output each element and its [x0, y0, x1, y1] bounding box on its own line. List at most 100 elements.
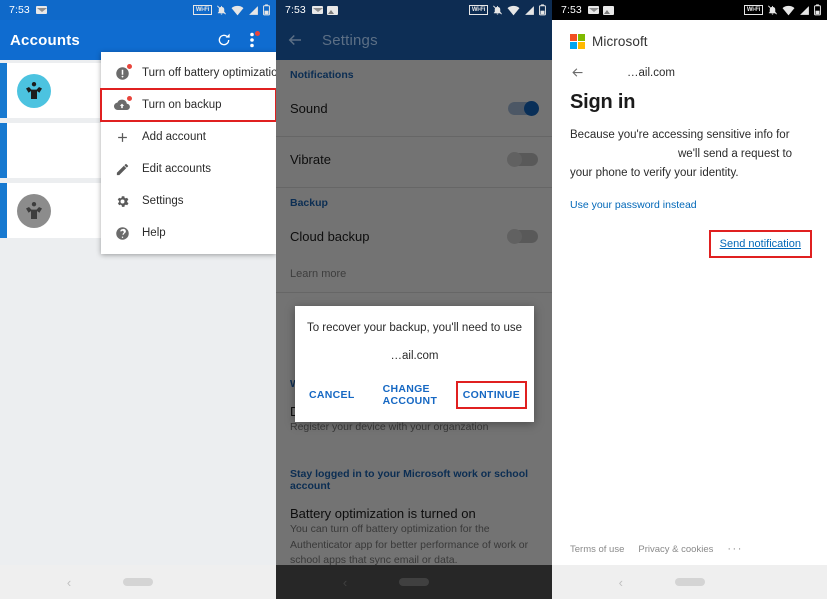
plus-icon [113, 128, 131, 146]
wifi-icon [231, 5, 244, 16]
status-bar: 7:53 Wi-Fi [0, 0, 276, 20]
account-email: …ail.com [627, 66, 675, 79]
menu-item-label: Add account [142, 131, 206, 143]
menu-item-label: Help [142, 227, 166, 239]
change-account-button[interactable]: CHANGE ACCOUNT [379, 378, 449, 412]
bell-muted-icon [492, 4, 503, 16]
help-circle-icon [113, 224, 131, 242]
status-right-icons: Wi-Fi [743, 4, 821, 16]
dialog-message: To recover your backup, you'll need to u… [306, 322, 523, 334]
account-row: …ail.com [570, 65, 809, 80]
footer: Terms of use Privacy & cookies ··· [570, 543, 817, 555]
pencil-icon [113, 160, 131, 178]
status-left-icons [311, 5, 338, 15]
signal-icon [799, 5, 810, 16]
brand-name: Microsoft [592, 34, 648, 49]
brand-row: Microsoft [570, 34, 809, 49]
cancel-button[interactable]: CANCEL [305, 384, 359, 406]
account-color-bar [0, 63, 7, 118]
gear-icon [113, 192, 131, 210]
battery-alert-icon [113, 63, 133, 82]
arrow-left-icon[interactable] [570, 65, 585, 80]
wifi-icon [782, 5, 795, 16]
panel-microsoft-signin: 7:53 Wi-Fi Microsoft …ail.com Sign in Be… [552, 0, 827, 599]
menu-item-label: Turn off battery optimization [142, 67, 276, 79]
dialog-account-email: …ail.com [390, 350, 439, 362]
system-nav-bar: ‹ [552, 565, 827, 599]
microsoft-logo-icon [570, 34, 585, 49]
send-notification-button[interactable]: Send notification [708, 229, 813, 258]
three-panel-screenshot: 7:53 Wi-Fi Accounts Turn off battery opt… [0, 0, 827, 599]
system-nav-bar: ‹ [0, 565, 276, 599]
account-color-bar [0, 123, 7, 178]
mail-icon [311, 6, 324, 14]
status-right-icons: Wi-Fi [468, 4, 546, 16]
menu-item-label: Settings [142, 195, 184, 207]
status-bar: 7:53 Wi-Fi [276, 0, 552, 20]
account-color-bar [0, 183, 7, 238]
wifi-calling-badge-icon: Wi-Fi [743, 5, 763, 15]
description-line-1: Because you're accessing sensitive info … [570, 129, 790, 141]
status-right-icons: Wi-Fi [192, 4, 270, 16]
photo-icon [326, 5, 338, 15]
signin-description: Because you're accessing sensitive info … [570, 126, 809, 183]
signin-content: Microsoft …ail.com Sign in Because you'r… [552, 20, 827, 565]
bell-muted-icon [216, 4, 227, 16]
status-time: 7:53 [561, 4, 582, 16]
nav-home-pill[interactable] [123, 578, 153, 586]
menu-item-settings[interactable]: Settings [101, 185, 276, 217]
mail-icon [35, 6, 48, 14]
page-title: Accounts [10, 31, 80, 49]
status-left-icons [587, 5, 614, 15]
description-line-2: we'll send a request to [678, 147, 793, 160]
overflow-menu-button[interactable] [238, 26, 266, 54]
continue-button[interactable]: CONTINUE [455, 381, 528, 409]
refresh-icon [218, 33, 230, 46]
battery-icon [263, 4, 270, 16]
menu-item-turn-on-backup[interactable]: Turn on backup [100, 88, 276, 122]
menu-item-add-account[interactable]: Add account [101, 121, 276, 153]
cloud-upload-icon [113, 95, 133, 114]
settings-content: Notifications Sound Vibrate Backup Cloud… [276, 60, 552, 599]
privacy-cookies-link[interactable]: Privacy & cookies [638, 544, 713, 555]
more-options-button[interactable]: ··· [727, 543, 743, 555]
battery-icon [539, 4, 546, 16]
bell-muted-icon [767, 4, 778, 16]
use-password-instead-link[interactable]: Use your password instead [570, 199, 697, 211]
menu-item-label: Edit accounts [142, 163, 212, 175]
status-time: 7:53 [285, 4, 306, 16]
overflow-menu: Turn off battery optimization Turn on ba… [100, 52, 276, 254]
menu-item-label: Turn on backup [142, 99, 222, 111]
badge-dot [126, 95, 133, 102]
status-left-icons [35, 6, 48, 14]
panel-settings: 7:53 Wi-Fi Settings To recover your back… [276, 0, 552, 599]
wifi-calling-badge-icon: Wi-Fi [192, 5, 212, 15]
signal-icon [248, 5, 259, 16]
arrow-left-icon[interactable] [286, 31, 304, 49]
battery-icon [814, 4, 821, 16]
menu-item-edit-accounts[interactable]: Edit accounts [101, 153, 276, 185]
wifi-icon [507, 5, 520, 16]
dialog-actions: CANCEL CHANGE ACCOUNT CONTINUE [295, 378, 534, 418]
badge-dot [126, 63, 133, 70]
nav-back-button[interactable]: ‹ [619, 575, 623, 590]
refresh-button[interactable] [210, 26, 238, 54]
wifi-calling-badge-icon: Wi-Fi [468, 5, 488, 15]
cta-row: Send notification [570, 229, 813, 258]
description-line-3: your phone to verify your identity. [570, 166, 739, 179]
page-title: Settings [322, 31, 378, 49]
status-time: 7:53 [9, 4, 30, 16]
notification-badge-dot [255, 31, 260, 36]
status-bar: 7:53 Wi-Fi [552, 0, 827, 20]
mail-icon [587, 6, 600, 14]
menu-item-turn-off-battery-optimization[interactable]: Turn off battery optimization [101, 57, 276, 89]
nav-home-pill[interactable] [674, 578, 705, 586]
terms-of-use-link[interactable]: Terms of use [570, 544, 624, 555]
avatar [17, 73, 51, 108]
nav-back-button[interactable]: ‹ [67, 575, 71, 590]
menu-item-help[interactable]: Help [101, 217, 276, 249]
recover-backup-dialog: To recover your backup, you'll need to u… [295, 306, 534, 422]
signal-icon [524, 5, 535, 16]
panel-accounts: 7:53 Wi-Fi Accounts Turn off battery opt… [0, 0, 276, 599]
settings-app-bar: Settings [276, 20, 552, 60]
